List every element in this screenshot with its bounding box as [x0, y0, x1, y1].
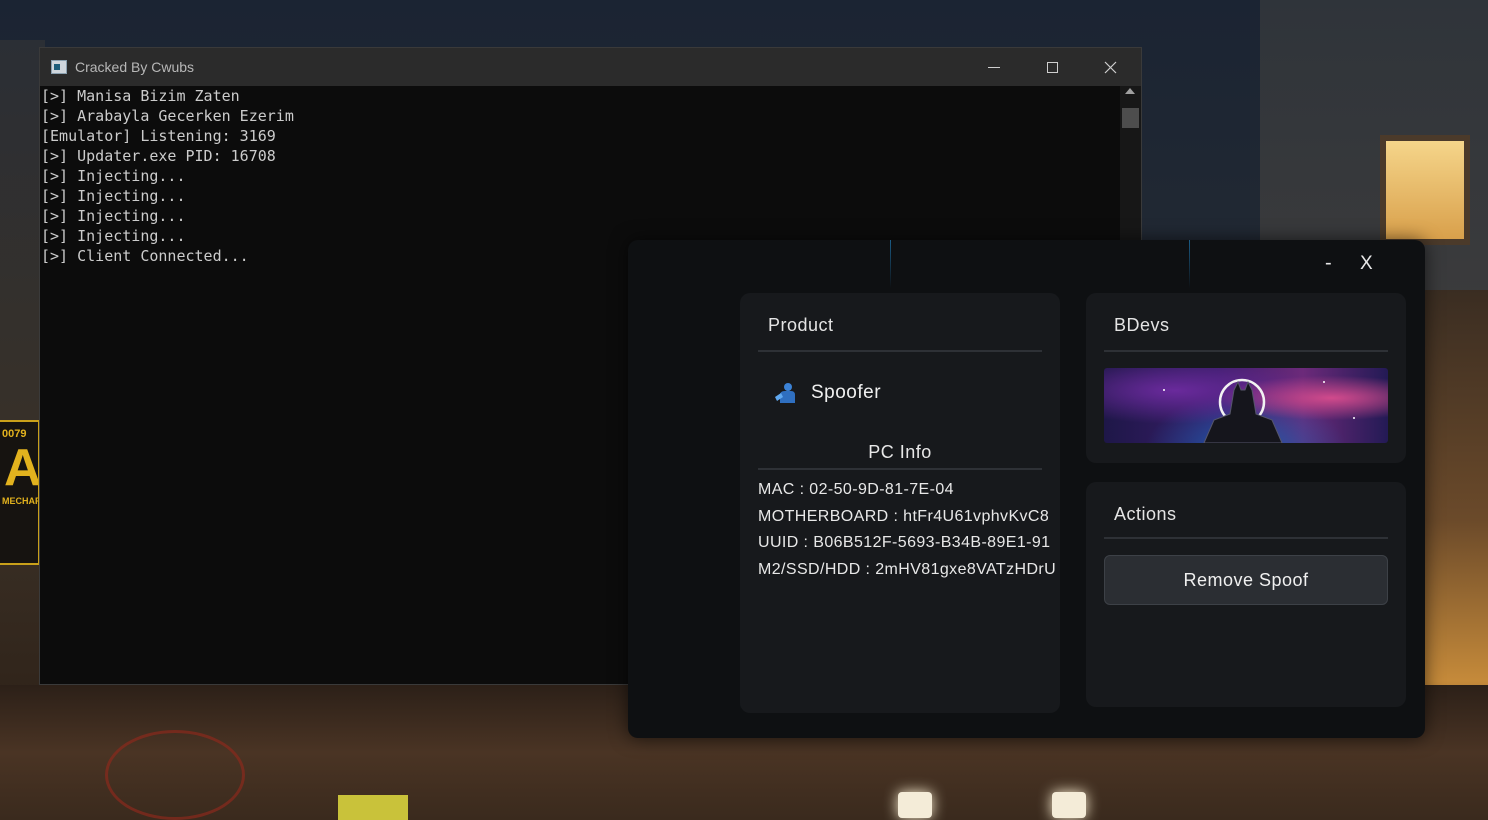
pc-info-list: MAC : 02-50-9D-81-7E-04 MOTHERBOARD : ht… — [758, 477, 1060, 583]
console-line: [>] Injecting... — [41, 187, 186, 205]
background-shop-sign: 0079 A MECHAFI — [0, 420, 40, 565]
pc-info-title: PC Info — [868, 442, 932, 462]
maximize-icon — [1046, 61, 1058, 73]
console-line: [>] Manisa Bizim Zaten — [41, 87, 240, 105]
close-icon — [1104, 61, 1116, 73]
accent-line — [1189, 240, 1190, 288]
sign-letter: A — [4, 439, 40, 497]
bdevs-title: BDevs — [1114, 315, 1170, 335]
sign-number: 0079 — [2, 428, 27, 440]
console-line: [>] Arabayla Gecerken Ezerim — [41, 107, 294, 125]
spoofer-app-window[interactable]: - X Product Spoofer PC Info MAC : 02-50-… — [628, 240, 1425, 738]
scroll-thumb[interactable] — [1122, 108, 1139, 128]
user-spoof-icon — [775, 383, 795, 403]
maximize-button[interactable] — [1023, 48, 1081, 86]
close-button[interactable] — [1081, 48, 1139, 86]
app-close-button[interactable]: X — [1360, 253, 1373, 275]
background-shop-right — [1425, 290, 1488, 750]
remove-spoof-button[interactable]: Remove Spoof — [1104, 555, 1388, 605]
console-titlebar[interactable]: Cracked By Cwubs — [40, 48, 1141, 86]
minimize-button[interactable] — [965, 48, 1023, 86]
divider — [758, 350, 1042, 352]
actions-title: Actions — [1114, 504, 1177, 524]
product-item-spoofer[interactable]: Spoofer — [773, 381, 881, 405]
divider — [758, 468, 1042, 470]
app-minimize-button[interactable]: - — [1325, 252, 1332, 275]
pc-info-mac: MAC : 02-50-9D-81-7E-04 — [758, 481, 954, 498]
console-line: [>] Updater.exe PID: 16708 — [41, 147, 276, 165]
background-car-light — [1052, 792, 1086, 818]
pc-info-motherboard: MOTHERBOARD : htFr4U61vphvKvC8 — [758, 507, 1050, 525]
console-app-icon — [51, 60, 67, 74]
product-item-label: Spoofer — [811, 382, 882, 403]
background-crate — [338, 795, 408, 820]
background-bicycle — [105, 730, 245, 820]
product-title: Product — [768, 315, 834, 335]
console-line: [Emulator] Listening: 3169 — [41, 127, 276, 145]
divider — [1104, 537, 1388, 539]
pc-info-uuid: UUID : B06B512F-5693-B34B-89E1-91 — [758, 534, 1051, 551]
product-panel: Product Spoofer PC Info MAC : 02-50-9D-8… — [740, 293, 1060, 713]
sign-text: MECHAFI — [2, 496, 40, 506]
background-lit-window — [1380, 135, 1470, 245]
divider — [1104, 350, 1388, 352]
actions-panel: Actions Remove Spoof — [1086, 482, 1406, 707]
console-title: Cracked By Cwubs — [75, 59, 195, 75]
background-car-light — [898, 792, 932, 818]
accent-line — [890, 240, 891, 288]
minimize-icon — [988, 66, 1000, 68]
pc-info-disk: M2/SSD/HDD : 2mHV81gxe8VATzHDrU — [758, 560, 1057, 578]
batman-banner-image — [1104, 368, 1388, 443]
console-line: [>] Injecting... — [41, 167, 186, 185]
console-line: [>] Injecting... — [41, 207, 186, 225]
bdevs-panel: BDevs — [1086, 293, 1406, 463]
scroll-up-arrow-icon[interactable] — [1125, 88, 1135, 94]
